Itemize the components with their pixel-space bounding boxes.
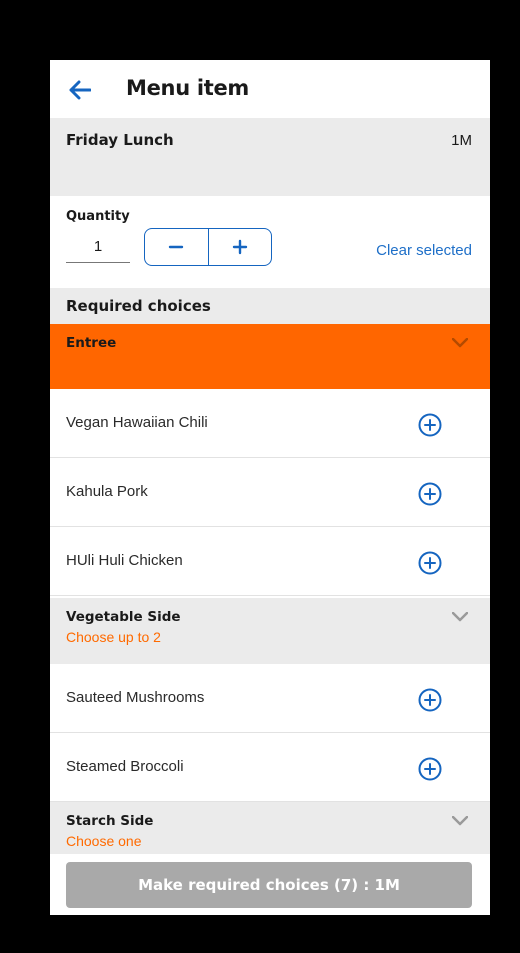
- group-subtitle: Choose one: [66, 833, 142, 849]
- group-header-entree[interactable]: Entree: [50, 324, 490, 389]
- list-item: Vegan Hawaiian Chili: [50, 389, 490, 458]
- meal-price: 1M: [451, 132, 472, 149]
- meal-header: Friday Lunch 1M: [50, 118, 490, 196]
- list-item: Sauteed Mushrooms: [50, 664, 490, 733]
- chevron-down-icon: [452, 612, 468, 622]
- app-screen: Menu item Friday Lunch 1M Quantity Clear…: [50, 60, 490, 915]
- list-item: Steamed Broccoli: [50, 733, 490, 802]
- add-circle-icon[interactable]: [418, 413, 442, 437]
- quantity-stepper: [144, 228, 272, 266]
- list-item: HUli Huli Chicken: [50, 527, 490, 596]
- meal-name: Friday Lunch: [66, 131, 174, 149]
- chevron-down-icon: [452, 816, 468, 826]
- plus-icon: [232, 239, 247, 255]
- arrow-left-icon: [69, 80, 91, 100]
- required-choices-header: Required choices: [50, 288, 490, 324]
- item-label: Steamed Broccoli: [66, 758, 184, 775]
- make-required-choices-button[interactable]: Make required choices (7) : 1M: [66, 862, 472, 908]
- add-circle-icon[interactable]: [418, 757, 442, 781]
- group-subtitle: Choose up to 2: [66, 629, 161, 645]
- group-header-vegetable-side[interactable]: Vegetable Side Choose up to 2: [50, 598, 490, 664]
- clear-selected-link[interactable]: Clear selected: [376, 242, 472, 259]
- item-label: HUli Huli Chicken: [66, 552, 183, 569]
- quantity-input[interactable]: [66, 230, 130, 263]
- item-label: Vegan Hawaiian Chili: [66, 414, 208, 431]
- page-title: Menu item: [126, 76, 250, 100]
- quantity-label: Quantity: [66, 209, 130, 224]
- back-button[interactable]: [66, 76, 94, 104]
- minus-icon: [169, 245, 184, 249]
- bottom-bar: Make required choices (7) : 1M: [50, 854, 490, 915]
- add-circle-icon[interactable]: [418, 551, 442, 575]
- required-choices-title: Required choices: [66, 297, 211, 315]
- group-title: Starch Side: [66, 813, 154, 829]
- group-title: Vegetable Side: [66, 609, 181, 625]
- app-bar: Menu item: [50, 60, 490, 118]
- decrement-button[interactable]: [145, 229, 208, 265]
- item-label: Sauteed Mushrooms: [66, 689, 205, 706]
- item-label: Kahula Pork: [66, 483, 148, 500]
- list-item: Kahula Pork: [50, 458, 490, 527]
- quantity-section: Quantity Clear selected: [50, 196, 490, 288]
- add-circle-icon[interactable]: [418, 482, 442, 506]
- increment-button[interactable]: [207, 229, 272, 265]
- group-title: Entree: [66, 335, 117, 351]
- add-circle-icon[interactable]: [418, 688, 442, 712]
- chevron-down-icon: [452, 338, 468, 348]
